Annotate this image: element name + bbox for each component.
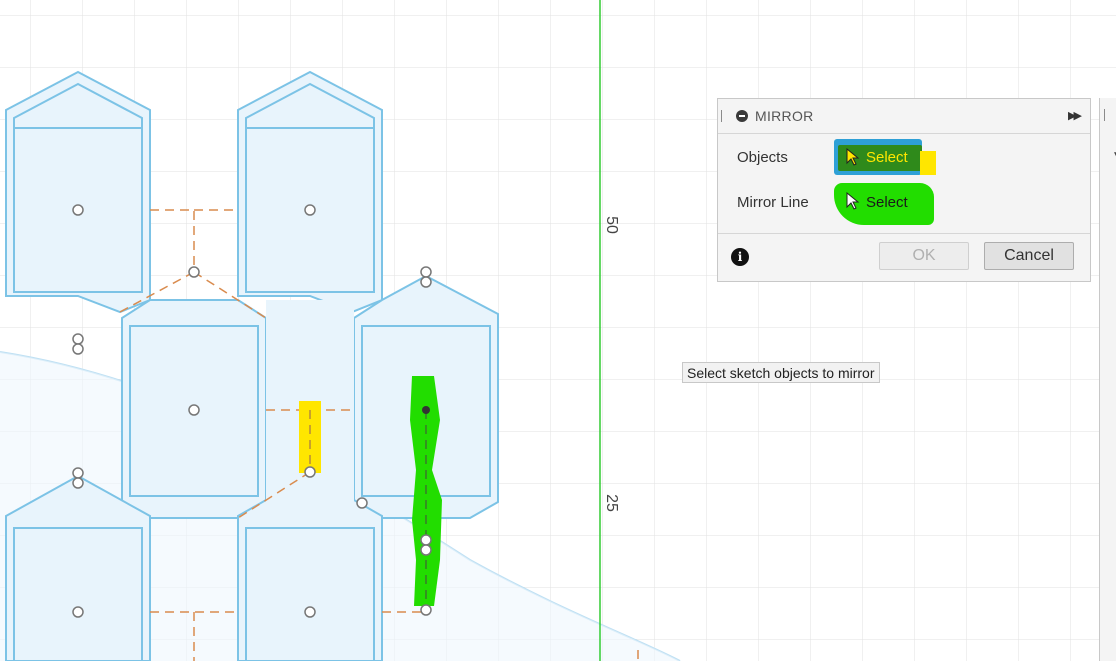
- objects-select-label: Select: [866, 149, 908, 166]
- info-icon[interactable]: i: [731, 248, 749, 266]
- dialog-footer: i OK Cancel: [718, 233, 1090, 283]
- dialog-header[interactable]: MIRROR ▶▶: [718, 99, 1090, 134]
- mirror-line-label: Mirror Line: [737, 194, 809, 211]
- ok-button[interactable]: OK: [879, 242, 969, 270]
- dialog-title: MIRROR: [755, 108, 814, 124]
- ruler-mark-25: 25: [602, 494, 620, 512]
- hex-cell-top-left[interactable]: [5, 70, 151, 314]
- mirror-line-select-button[interactable]: Select: [834, 183, 934, 225]
- objects-label: Objects: [737, 149, 788, 166]
- objects-select-button[interactable]: Select: [834, 139, 936, 175]
- expand-icon[interactable]: ▶▶: [1068, 109, 1082, 122]
- tooltip: Select sketch objects to mirror: [682, 362, 880, 383]
- hex-cell-bottom-left[interactable]: [5, 474, 151, 661]
- selected-point[interactable]: [422, 406, 430, 414]
- hex-cell-bottom-center[interactable]: [237, 499, 383, 661]
- side-panel-edge[interactable]: ▼: [1099, 98, 1116, 661]
- chevron-down-icon[interactable]: ▼: [1112, 150, 1116, 161]
- cursor-arrow-icon: [846, 192, 860, 210]
- drag-grip-icon[interactable]: [1104, 109, 1105, 121]
- mirror-dialog: MIRROR ▶▶ Objects Select Mirror Line Sel…: [717, 98, 1091, 282]
- cursor-arrow-icon: [846, 148, 860, 166]
- cancel-button[interactable]: Cancel: [984, 242, 1074, 270]
- drag-grip-icon[interactable]: [721, 110, 722, 122]
- minus-circle-icon[interactable]: [736, 110, 748, 122]
- ruler-mark-50: 50: [602, 216, 620, 234]
- hex-cell-top-center[interactable]: [237, 70, 383, 314]
- mirror-line-select-label: Select: [866, 194, 908, 211]
